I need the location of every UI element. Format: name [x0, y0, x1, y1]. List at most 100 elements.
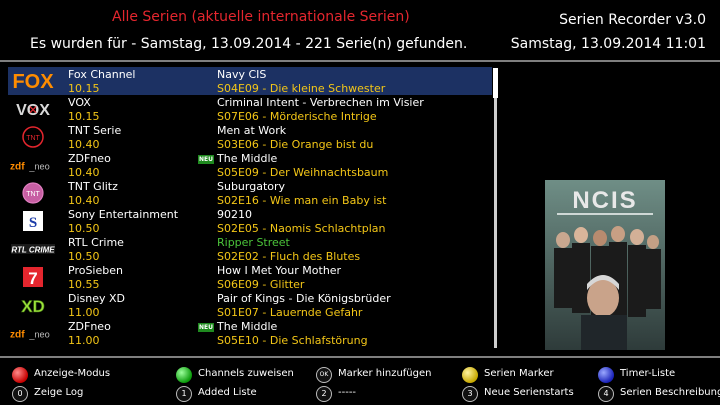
prosieben-logo-text: 7 [28, 269, 37, 288]
green-button-label: Channels zuweisen [198, 368, 294, 379]
series-title: How I Met Your Mother [217, 264, 342, 277]
list-item[interactable]: zdf _neo NEU ZDFneo 10.40 The Middle S05E… [8, 151, 492, 179]
blue-button-label: Timer-Liste [620, 368, 676, 379]
episode-title: S07E06 - Mörderische Intrige [217, 110, 377, 123]
yellow-button-label: Serien Marker [484, 368, 554, 379]
key-3-icon: 3 [462, 386, 478, 402]
key-0-label: Zeige Log [34, 387, 84, 398]
tnt-serie-logo-icon: TNT [10, 125, 56, 149]
list-item[interactable]: TNT TNT Glitz 10.40 Suburgatory S02E16 -… [8, 179, 492, 207]
red-button-label: Anzeige-Modus [34, 368, 111, 379]
series-poster-image: NCIS [545, 180, 665, 350]
key-1-icon: 1 [176, 386, 192, 402]
new-badge: NEU [198, 155, 214, 164]
channel-name: ZDFneo [68, 320, 111, 333]
channel-name: TNT Serie [68, 124, 122, 137]
svg-text:_neo: _neo [28, 330, 49, 340]
channel-name: RTL Crime [68, 236, 124, 249]
yellow-button-icon [462, 367, 478, 383]
list-item[interactable]: XD Disney XD 11.00 Pair of Kings - Die K… [8, 291, 492, 319]
start-time: 10.40 [68, 138, 100, 151]
key-0-icon: 0 [12, 386, 28, 402]
series-title: Pair of Kings - Die Königsbrüder [217, 292, 391, 305]
svg-text:zdf: zdf [10, 330, 25, 341]
start-time: 10.40 [68, 194, 100, 207]
zdfneo-logo-icon: zdf _neo [10, 321, 56, 345]
list-item[interactable]: VOX ✕ VOX 10.15 Criminal Intent - Verbrec… [8, 95, 492, 123]
poster-title: NCIS [572, 187, 637, 214]
scrollbar-thumb[interactable] [493, 68, 498, 98]
key-3-label: Neue Serienstarts [484, 387, 574, 398]
ok-button-label: Marker hinzufügen [338, 368, 432, 379]
series-title: Suburgatory [217, 180, 286, 193]
key-4-icon: 4 [598, 386, 614, 402]
episode-title: S01E07 - Lauernde Gefahr [217, 306, 363, 319]
series-title: Ripper Street [217, 236, 290, 249]
channel-name: ZDFneo [68, 152, 111, 165]
sony-logo-text: S [29, 215, 37, 231]
tnt-logo-text: TNT [26, 135, 40, 142]
series-title: The Middle [217, 152, 278, 165]
episode-title: S05E09 - Der Weihnachtsbaum [217, 166, 389, 179]
channel-name: VOX [68, 96, 91, 109]
series-title: 90210 [217, 208, 252, 221]
disney-xd-logo-text: XD [21, 297, 45, 316]
series-list[interactable]: FOX Fox Channel 10.15 Navy CIS S04E09 - … [8, 67, 492, 349]
start-time: 10.50 [68, 250, 100, 263]
current-datetime: Samstag, 13.09.2014 11:01 [510, 36, 706, 52]
episode-title: S05E10 - Die Schlafstörung [217, 334, 368, 347]
svg-text:✕: ✕ [28, 103, 38, 117]
channel-name: Disney XD [68, 292, 126, 305]
header-divider [0, 60, 720, 62]
red-button-icon [12, 367, 28, 383]
rtl-crime-logo-text: RTL CRIME [11, 246, 55, 255]
list-item[interactable]: FOX Fox Channel 10.15 Navy CIS S04E09 - … [8, 67, 492, 95]
vox-logo-icon: VOX ✕ [10, 97, 56, 121]
episode-title: S02E16 - Wie man ein Baby ist [217, 194, 387, 207]
start-time: 10.55 [68, 278, 100, 291]
list-item[interactable]: RTL CRIME RTL Crime 10.50 Ripper Street … [8, 235, 492, 263]
header: Alle Serien (aktuelle internationale Ser… [0, 0, 720, 60]
list-item[interactable]: S Sony Entertainment 10.50 90210 S02E05 … [8, 207, 492, 235]
list-title: Alle Serien (aktuelle internationale Ser… [112, 9, 410, 25]
channel-name: Fox Channel [68, 68, 136, 81]
channel-name: ProSieben [68, 264, 123, 277]
episode-title: S02E02 - Fluch des Blutes [217, 250, 361, 263]
series-title: Men at Work [217, 124, 287, 137]
list-item[interactable]: 7 ProSieben 10.55 How I Met Your Mother … [8, 263, 492, 291]
disney-xd-logo-icon: XD [10, 293, 56, 317]
fox-logo-icon: FOX [10, 69, 56, 93]
list-item[interactable]: TNT TNT Serie 10.40 Men at Work S03E06 -… [8, 123, 492, 151]
episode-title: S04E09 - Die kleine Schwester [217, 82, 386, 95]
green-button-icon [176, 367, 192, 383]
episode-title: S03E06 - Die Orange bist du [217, 138, 374, 151]
series-title: Navy CIS [217, 68, 267, 81]
svg-text:_neo: _neo [28, 162, 49, 172]
results-summary: Es wurden für - Samstag, 13.09.2014 - 22… [30, 36, 468, 52]
zdfneo-logo-icon: zdf _neo [10, 153, 56, 177]
key-2-icon: 2 [316, 386, 332, 402]
tnt-glitz-logo-icon: TNT [10, 181, 56, 205]
series-title: The Middle [217, 320, 278, 333]
start-time: 11.00 [68, 306, 100, 319]
blue-button-icon [598, 367, 614, 383]
series-title: Criminal Intent - Verbrechen im Visier [217, 96, 424, 109]
svg-text:zdf: zdf [10, 162, 25, 173]
start-time: 11.00 [68, 334, 100, 347]
episode-title: S06E09 - Glitter [217, 278, 305, 291]
key-2-label: ----- [338, 387, 357, 398]
start-time: 10.40 [68, 166, 100, 179]
start-time: 10.50 [68, 222, 100, 235]
key-4-label: Serien Beschreibung [620, 387, 720, 398]
key-1-label: Added Liste [198, 387, 257, 398]
ok-key-icon: OK [316, 367, 332, 383]
fox-logo-text: FOX [12, 71, 54, 92]
start-time: 10.15 [68, 82, 100, 95]
prosieben-logo-icon: 7 [10, 265, 56, 289]
list-scrollbar[interactable] [493, 68, 498, 348]
tnt-logo-text: TNT [26, 191, 40, 198]
key-legend: Anzeige-Modus Channels zuweisen OK Marke… [0, 360, 720, 405]
rtl-crime-logo-icon: RTL CRIME [10, 237, 56, 261]
start-time: 10.15 [68, 110, 100, 123]
list-item[interactable]: zdf _neo NEU ZDFneo 11.00 The Middle S05E… [8, 319, 492, 347]
